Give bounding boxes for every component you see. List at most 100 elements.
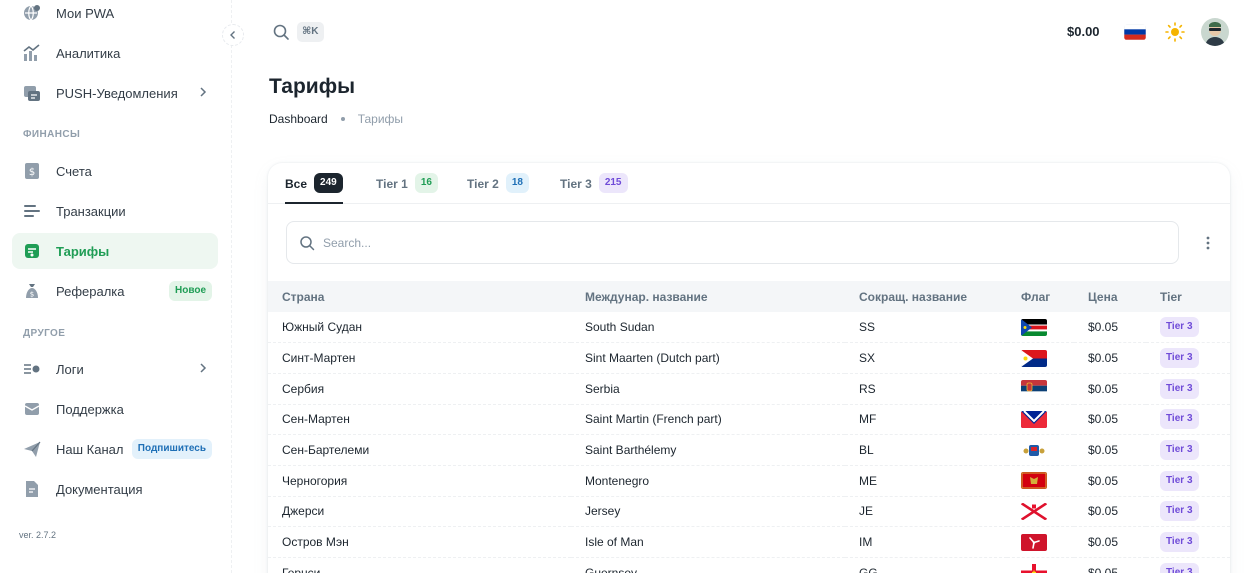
breadcrumb-dashboard-link[interactable]: Dashboard	[269, 112, 328, 126]
cell-price: $0.05	[1088, 351, 1119, 366]
cell-intl-name: Saint Barthélemy	[585, 443, 677, 458]
column-header-flag[interactable]: Флаг	[1007, 281, 1074, 312]
sidebar-item-invoices[interactable]: $ Счета	[12, 153, 218, 189]
balance-amount[interactable]: $0.00	[1067, 24, 1100, 39]
global-search-button[interactable]: ⌘K	[272, 22, 324, 42]
table-row[interactable]: Сен-Мартен Saint Martin (French part) MF…	[268, 404, 1230, 435]
table-row[interactable]: Остров Мэн Isle of Man IM $0.05 Tier 3	[268, 527, 1230, 558]
tab-label: Все	[285, 177, 308, 191]
tier-tabs: Все 249 Tier 1 16 Tier 2 18 Tier 3 215	[268, 163, 1230, 204]
column-header-intl-name[interactable]: Междунар. название	[571, 281, 845, 312]
guernsey-flag-icon	[1021, 564, 1047, 573]
tab-tier-3[interactable]: Tier 3 215	[560, 173, 628, 204]
tier-badge: Tier 3	[1160, 409, 1199, 430]
sidebar-item-label: Поддержка	[56, 401, 124, 417]
cell-flag	[1007, 343, 1074, 374]
cell-flag	[1007, 527, 1074, 558]
chevron-right-icon	[196, 85, 210, 99]
cell-price: $0.05	[1088, 565, 1119, 573]
table-row[interactable]: Джерси Jersey JE $0.05 Tier 3	[268, 496, 1230, 527]
tier-badge: Tier 3	[1160, 348, 1199, 369]
table-row[interactable]: Синт-Мартен Sint Maarten (Dutch part) SX…	[268, 343, 1230, 374]
cell-country: Сен-Бартелеми	[282, 443, 370, 458]
isle-of-man-flag-icon	[1021, 533, 1047, 551]
sidebar-item-transactions[interactable]: Транзакции	[12, 193, 218, 229]
column-header-country[interactable]: Страна	[268, 281, 571, 312]
page-title: Тарифы	[269, 75, 356, 98]
tab-count: 18	[505, 173, 529, 193]
cell-flag	[1007, 496, 1074, 527]
cell-country: Сен-Мартен	[282, 412, 350, 427]
table-row[interactable]: Сен-Бартелеми Saint Barthélemy BL $0.05 …	[268, 435, 1230, 466]
tab-count: 215	[598, 173, 628, 193]
cell-tier: Tier 3	[1146, 496, 1230, 527]
tab-label: Tier 2	[467, 177, 499, 191]
cell-code: SS	[859, 320, 876, 335]
cell-tier: Tier 3	[1146, 373, 1230, 404]
cell-code: ME	[859, 473, 877, 488]
app-version: ver. 2.7.2	[19, 530, 57, 540]
sidebar-item-label: Документация	[56, 481, 143, 497]
breadcrumb-separator	[340, 117, 345, 121]
cell-tier: Tier 3	[1146, 558, 1230, 573]
cell-code: GG	[859, 565, 878, 573]
search-input[interactable]	[323, 235, 1123, 250]
breadcrumb: Dashboard Тарифы	[269, 112, 403, 126]
collapse-sidebar-button[interactable]	[222, 24, 244, 46]
tab-all[interactable]: Все 249	[285, 173, 343, 204]
jersey-flag-icon	[1021, 502, 1047, 520]
cell-price: $0.05	[1088, 535, 1119, 550]
sidebar-item-docs[interactable]: Документация	[12, 471, 218, 507]
search-icon	[300, 235, 315, 250]
cell-code: JE	[859, 504, 874, 519]
column-header-tier[interactable]: Tier	[1146, 281, 1230, 312]
tab-count: 249	[314, 173, 343, 193]
avatar[interactable]	[1201, 18, 1229, 46]
support-icon	[22, 399, 42, 419]
saint-barthelemy-flag-icon	[1021, 441, 1047, 459]
cell-intl-name: Serbia	[585, 381, 620, 396]
tier-badge: Tier 3	[1160, 562, 1199, 573]
sidebar-item-logs[interactable]: Логи	[12, 351, 218, 387]
cell-tier: Tier 3	[1146, 404, 1230, 435]
cell-country: Остров Мэн	[282, 535, 349, 550]
sidebar-item-my-pwa[interactable]: Мои PWA	[12, 0, 218, 31]
serbia-flag-icon	[1021, 380, 1047, 398]
cell-flag	[1007, 435, 1074, 466]
cell-country: Черногория	[282, 473, 348, 488]
sidebar-item-support[interactable]: Поддержка	[12, 391, 218, 427]
paper-plane-icon	[22, 439, 42, 459]
table-row[interactable]: Южный Судан South Sudan SS $0.05 Tier 3	[268, 312, 1230, 343]
tier-badge: Tier 3	[1160, 532, 1199, 553]
sidebar-item-label: Логи	[56, 361, 84, 377]
russia-flag-icon[interactable]	[1124, 24, 1146, 40]
tab-tier-1[interactable]: Tier 1 16	[376, 173, 438, 204]
cell-country: Южный Судан	[282, 320, 363, 335]
sun-icon[interactable]	[1164, 21, 1186, 43]
tab-tier-2[interactable]: Tier 2 18	[467, 173, 529, 204]
sidebar-item-label: Тарифы	[56, 243, 110, 259]
sidebar-item-label: Мои PWA	[56, 5, 115, 21]
tab-label: Tier 3	[560, 177, 592, 191]
column-header-code[interactable]: Сокращ. название	[845, 281, 1007, 312]
sidebar-item-referral[interactable]: $ Рефералка Новое	[12, 273, 218, 309]
new-badge: Новое	[168, 281, 212, 301]
table-row[interactable]: Черногория Montenegro ME $0.05 Tier 3	[268, 465, 1230, 497]
push-icon	[22, 83, 42, 103]
tab-count: 16	[414, 173, 438, 193]
column-header-price[interactable]: Цена	[1074, 281, 1146, 312]
cell-tier: Tier 3	[1146, 465, 1230, 496]
sidebar-item-channel[interactable]: Наш Канал Подпишитесь	[12, 431, 218, 467]
sidebar-item-label: Рефералка	[56, 283, 125, 299]
cell-price: $0.05	[1088, 381, 1119, 396]
cell-country: Синт-Мартен	[282, 351, 356, 366]
more-options-button[interactable]	[1196, 231, 1220, 255]
cell-tier: Tier 3	[1146, 527, 1230, 558]
table-row[interactable]: Гернси Guernsey GG $0.05 Tier 3	[268, 558, 1230, 573]
sidebar-item-analytics[interactable]: Аналитика	[12, 35, 218, 71]
sidebar-item-tariffs[interactable]: Тарифы	[12, 233, 218, 269]
table-row[interactable]: Сербия Serbia RS $0.05 Tier 3	[268, 373, 1230, 405]
cell-intl-name: Sint Maarten (Dutch part)	[585, 351, 720, 366]
sidebar-item-push[interactable]: PUSH-Уведомления	[12, 75, 218, 111]
table-search	[286, 221, 1179, 264]
